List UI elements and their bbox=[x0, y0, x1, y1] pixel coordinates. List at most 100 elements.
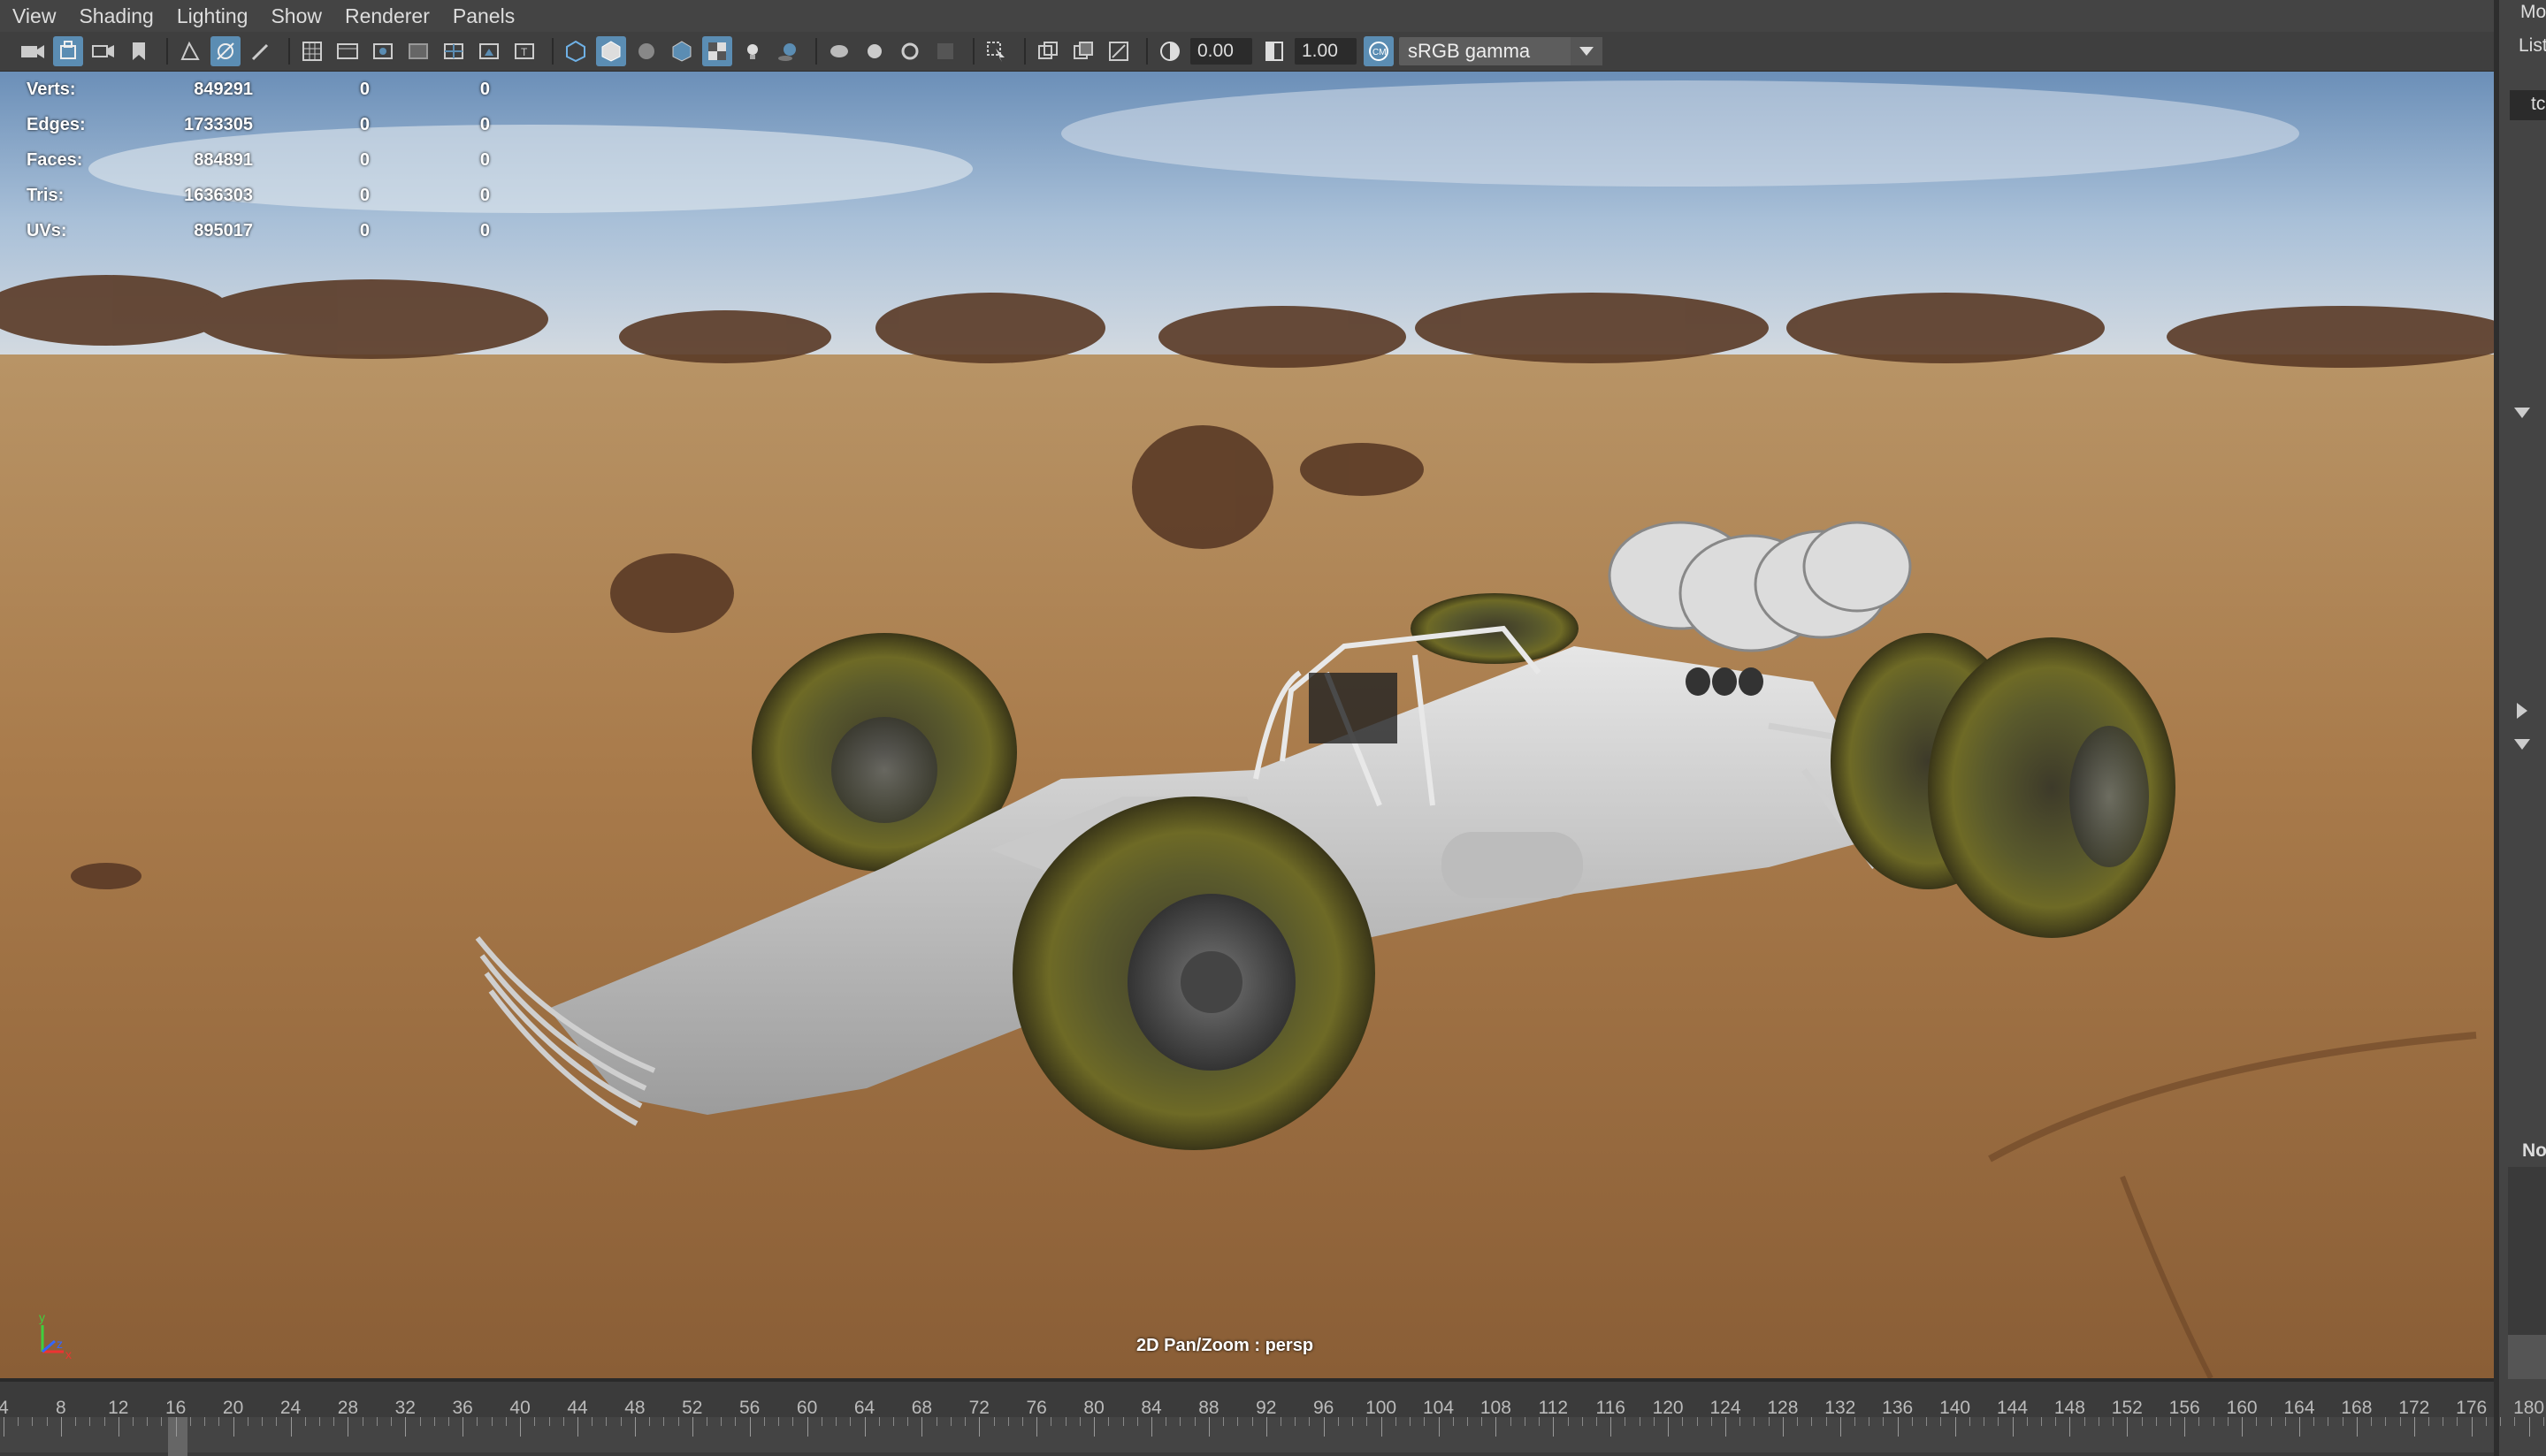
view-transform-dropdown[interactable]: sRGB gamma bbox=[1399, 37, 1602, 65]
timeline-tick bbox=[1768, 1417, 1770, 1426]
timeline-frame-number: 112 bbox=[1538, 1398, 1569, 1418]
grid-icon[interactable] bbox=[297, 36, 327, 66]
field-chart-icon[interactable] bbox=[439, 36, 469, 66]
timeline-tick bbox=[1883, 1417, 1885, 1426]
menu-lighting[interactable]: Lighting bbox=[177, 4, 248, 28]
xray-joints-icon[interactable] bbox=[1104, 36, 1134, 66]
grease-pencil-icon[interactable] bbox=[210, 36, 241, 66]
xray-icon[interactable] bbox=[1033, 36, 1063, 66]
timeline-tick bbox=[433, 1417, 435, 1426]
shadows-icon[interactable] bbox=[773, 36, 803, 66]
camera-lock-icon[interactable] bbox=[53, 36, 83, 66]
timeline-tick bbox=[2313, 1417, 2315, 1426]
timeline-tick bbox=[1567, 1417, 1569, 1426]
hud-value: 0 bbox=[359, 79, 370, 99]
color-management-icon[interactable]: CM bbox=[1364, 36, 1394, 66]
panel-button[interactable] bbox=[2508, 1335, 2546, 1379]
menu-shading[interactable]: Shading bbox=[79, 4, 153, 28]
timeline-tick bbox=[634, 1417, 636, 1437]
timeline-tick bbox=[376, 1417, 378, 1426]
wireframe-icon[interactable] bbox=[561, 36, 591, 66]
menu-renderer[interactable]: Renderer bbox=[345, 4, 430, 28]
timeline-track[interactable]: 16 bbox=[0, 1417, 2544, 1456]
timeline-tick bbox=[749, 1417, 751, 1437]
timeline-tick bbox=[577, 1417, 578, 1437]
timeline-tick bbox=[1739, 1417, 1741, 1426]
lights-icon[interactable] bbox=[738, 36, 768, 66]
timeline-tick bbox=[1553, 1417, 1555, 1437]
chevron-right-icon[interactable] bbox=[2512, 700, 2533, 721]
current-frame-marker[interactable] bbox=[168, 1417, 187, 1456]
safe-action-icon[interactable] bbox=[474, 36, 504, 66]
timeline-frame-number: 36 bbox=[452, 1398, 473, 1418]
timeline-tick bbox=[1969, 1417, 1970, 1426]
timeline-tick bbox=[2284, 1417, 2286, 1426]
film-gate-icon[interactable] bbox=[333, 36, 363, 66]
timeline-tick bbox=[1036, 1417, 1038, 1437]
timeline-tick bbox=[189, 1417, 191, 1426]
timeline-tick bbox=[1309, 1417, 1311, 1426]
timeline-frame-number: 172 bbox=[2398, 1398, 2430, 1418]
timeline-tick bbox=[792, 1417, 794, 1426]
motion-blur-icon[interactable] bbox=[860, 36, 890, 66]
timeline-tick bbox=[778, 1417, 780, 1426]
use-default-material-icon[interactable] bbox=[631, 36, 661, 66]
3d-viewport[interactable]: Verts: 849291 0 0 Edges: 1733305 0 0 Fac… bbox=[0, 72, 2494, 1378]
menu-panels[interactable]: Panels bbox=[453, 4, 515, 28]
depth-of-field-icon[interactable] bbox=[930, 36, 960, 66]
panel-list-area[interactable] bbox=[2508, 1167, 2546, 1335]
gate-mask-icon[interactable] bbox=[403, 36, 433, 66]
gamma-field[interactable]: 1.00 bbox=[1295, 38, 1357, 65]
timeline-tick bbox=[1926, 1417, 1928, 1426]
panel-header-text: Mo bbox=[2520, 2, 2546, 22]
ambient-occlusion-icon[interactable] bbox=[824, 36, 854, 66]
timeline-tick bbox=[1668, 1417, 1670, 1437]
timeline-frame-number: 4 bbox=[0, 1398, 9, 1418]
timeline-tick bbox=[562, 1417, 564, 1426]
timeline-frame-number: 56 bbox=[739, 1398, 761, 1418]
timeline-frame-number: 52 bbox=[682, 1398, 703, 1418]
time-slider[interactable]: 4 8 12 16 20 24 28 32 36 40 44 48 52 56 60 64 68 72 76 80 84… bbox=[0, 1378, 2544, 1456]
menu-view[interactable]: View bbox=[12, 4, 56, 28]
xray-active-components-icon[interactable] bbox=[1068, 36, 1098, 66]
paint-icon[interactable] bbox=[246, 36, 276, 66]
textured-icon[interactable] bbox=[702, 36, 732, 66]
timeline-frame-number: 116 bbox=[1595, 1398, 1625, 1418]
wireframe-on-shaded-icon[interactable] bbox=[667, 36, 697, 66]
chevron-down-icon[interactable] bbox=[2512, 734, 2533, 755]
timeline-frame-number: 176 bbox=[2456, 1398, 2488, 1418]
exposure-field[interactable]: 0.00 bbox=[1190, 38, 1252, 65]
safe-title-icon[interactable]: T bbox=[509, 36, 539, 66]
timeline-tick bbox=[32, 1417, 34, 1426]
anti-aliasing-icon[interactable] bbox=[895, 36, 925, 66]
timeline-frame-number: 168 bbox=[2341, 1398, 2373, 1418]
chevron-down-icon[interactable] bbox=[2512, 402, 2533, 423]
list-menu[interactable]: List bbox=[2519, 35, 2546, 57]
image-plane-icon[interactable] bbox=[175, 36, 205, 66]
panel-menu-bar: View Shading Lighting Show Renderer Pane… bbox=[0, 0, 2494, 32]
maya-viewport-window: View Shading Lighting Show Renderer Pane… bbox=[0, 0, 2546, 1456]
smooth-shade-icon[interactable] bbox=[596, 36, 626, 66]
timeline-tick bbox=[304, 1417, 306, 1426]
timeline-tick bbox=[649, 1417, 651, 1426]
menu-show[interactable]: Show bbox=[271, 4, 322, 28]
resolution-gate-icon[interactable] bbox=[368, 36, 398, 66]
toolbar-separator bbox=[166, 38, 168, 65]
timeline-tick bbox=[491, 1417, 493, 1426]
panel-text-field[interactable]: tc bbox=[2510, 90, 2546, 120]
exposure-icon[interactable] bbox=[1155, 36, 1185, 66]
isolate-select-icon[interactable] bbox=[982, 36, 1012, 66]
gamma-icon[interactable] bbox=[1259, 36, 1289, 66]
timeline-tick bbox=[175, 1417, 177, 1437]
svg-text:CM: CM bbox=[1372, 48, 1387, 57]
timeline-tick bbox=[1208, 1417, 1210, 1437]
timeline-tick bbox=[1007, 1417, 1009, 1426]
camera-attributes-icon[interactable] bbox=[88, 36, 119, 66]
timeline-tick bbox=[1223, 1417, 1225, 1426]
timeline-tick bbox=[965, 1417, 967, 1426]
timeline-frame-number: 84 bbox=[1141, 1398, 1162, 1418]
camera-icon[interactable] bbox=[18, 36, 48, 66]
bookmark-icon[interactable] bbox=[124, 36, 154, 66]
hud-row-verts: Verts: 849291 0 0 bbox=[27, 72, 490, 107]
timeline-tick bbox=[1237, 1417, 1239, 1426]
